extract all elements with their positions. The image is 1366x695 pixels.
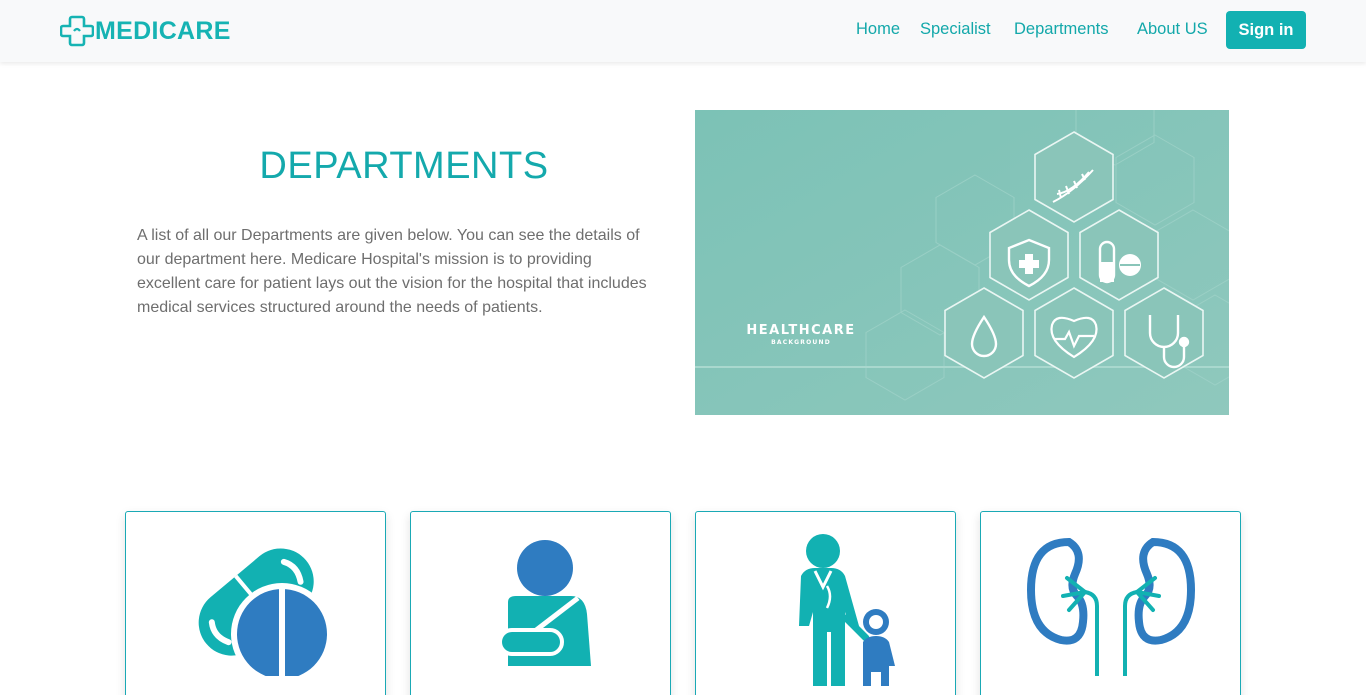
nav-about[interactable]: About US	[1137, 20, 1208, 39]
healthcare-banner-image: HEALTHCARE BACKGROUND	[695, 110, 1229, 415]
department-card[interactable]	[410, 511, 671, 695]
department-card[interactable]	[125, 511, 386, 695]
department-card[interactable]	[980, 511, 1241, 695]
brand-logo[interactable]: MEDICARE	[60, 12, 231, 50]
nav-specialist[interactable]: Specialist	[920, 20, 991, 39]
department-card[interactable]	[695, 511, 956, 695]
page-title: DEPARTMENTS	[259, 145, 549, 187]
kidneys-icon	[1026, 537, 1195, 676]
nav-home[interactable]: Home	[856, 20, 900, 39]
arm-sling-patient-icon	[497, 540, 591, 666]
medicine-pills-icon	[198, 548, 333, 676]
banner-heading: HEALTHCARE	[746, 323, 855, 338]
navbar: MEDICARE Home Specialist Departments Abo…	[0, 0, 1366, 62]
sign-in-button[interactable]: Sign in	[1226, 11, 1306, 49]
banner-subheading: BACKGROUND	[771, 339, 831, 346]
medical-cross-icon	[60, 15, 94, 47]
doctor-with-child-icon	[798, 534, 895, 686]
brand-name: MEDICARE	[95, 16, 231, 45]
hero-description: A list of all our Departments are given …	[137, 227, 647, 316]
nav-departments[interactable]: Departments	[1014, 20, 1108, 39]
